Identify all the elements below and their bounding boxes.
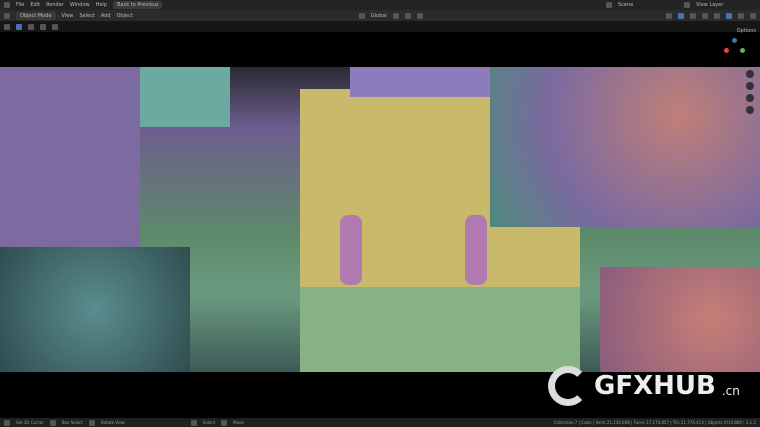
scene-icon: [606, 2, 612, 8]
zoom-icon[interactable]: [746, 70, 754, 78]
pan-icon[interactable]: [746, 82, 754, 90]
perspective-toggle-icon[interactable]: [746, 106, 754, 114]
statue-right: [465, 215, 487, 285]
shading-material-icon[interactable]: [738, 12, 744, 19]
editor-type-icon[interactable]: [4, 12, 10, 19]
view-layer-selector[interactable]: View Layer: [696, 2, 756, 8]
select-mode-extend-icon[interactable]: [28, 23, 34, 30]
navigation-gizmo[interactable]: [724, 38, 746, 60]
top-menu-bar: File Edit Render Window Help Back to Pre…: [0, 0, 760, 10]
pivot-icon[interactable]: [392, 12, 399, 19]
menu-file[interactable]: File: [16, 2, 24, 8]
right-trees: [490, 67, 760, 227]
hint-rotate-view: Rotate View: [100, 420, 125, 425]
transform-orientation-selector[interactable]: Global: [371, 13, 387, 19]
tower: [140, 67, 230, 127]
menu-view[interactable]: View: [62, 13, 74, 19]
blender-logo-icon[interactable]: [4, 2, 10, 8]
scene-statistics: Collection 7 | Cube | Verts 21,230,608 |…: [553, 420, 756, 425]
view-layer-icon: [684, 2, 690, 8]
select-mode-subtract-icon[interactable]: [40, 23, 46, 30]
watermark-suffix: .cn: [721, 384, 740, 398]
shading-rendered-icon[interactable]: [750, 12, 756, 19]
watermark-logo-icon: [548, 366, 588, 406]
camera-view-icon[interactable]: [746, 94, 754, 102]
left-building: [0, 67, 140, 267]
menu-object[interactable]: Object: [117, 13, 133, 19]
visibility-icon[interactable]: [666, 12, 672, 19]
dome: [350, 67, 490, 97]
xray-icon[interactable]: [702, 12, 708, 19]
watermark-text: GFXHUB: [594, 371, 716, 401]
shading-solid-icon[interactable]: [726, 12, 732, 19]
mouse-left-icon: [4, 419, 10, 426]
select-mode-new-icon[interactable]: [16, 23, 22, 30]
mouse-drag-icon: [49, 419, 56, 426]
shading-wireframe-icon[interactable]: [714, 12, 720, 19]
menu-window[interactable]: Window: [70, 2, 90, 8]
watermark: GFXHUB .cn: [548, 364, 748, 408]
menu-add[interactable]: Add: [101, 13, 111, 19]
proportional-edit-icon[interactable]: [416, 12, 423, 19]
mouse-right-icon: [221, 419, 228, 426]
foreground-foliage: [0, 247, 190, 372]
mode-selector[interactable]: Object Mode: [16, 11, 56, 20]
menu-edit[interactable]: Edit: [30, 2, 40, 8]
gizmo-toggle-icon[interactable]: [678, 12, 684, 19]
hint-box-select: Box Select: [61, 420, 83, 425]
tool-settings-bar: Options: [0, 21, 760, 34]
select-mode-intersect-icon[interactable]: [52, 23, 58, 30]
status-bar: Set 3D Cursor Box Select Rotate View Sel…: [0, 418, 760, 427]
stairs: [300, 287, 580, 372]
scene-selector[interactable]: Scene: [618, 2, 678, 8]
menu-help[interactable]: Help: [96, 2, 107, 8]
snap-icon[interactable]: [404, 12, 411, 19]
options-dropdown[interactable]: Options: [737, 28, 756, 34]
hint-move: Move: [233, 420, 244, 425]
back-to-previous-button[interactable]: Back to Previous: [113, 1, 163, 9]
overlay-icon[interactable]: [690, 12, 696, 19]
mouse-left-icon: [190, 419, 197, 426]
mouse-middle-icon: [88, 419, 95, 426]
statue-left: [340, 215, 362, 285]
transform-orientation-icon: [358, 12, 365, 19]
viewport-render[interactable]: [0, 67, 760, 372]
tool-icon[interactable]: [4, 23, 10, 30]
menu-render[interactable]: Render: [46, 2, 64, 8]
hint-set-cursor: Set 3D Cursor: [16, 420, 44, 425]
menu-select[interactable]: Select: [79, 13, 94, 19]
viewport-header: Object Mode View Select Add Object Globa…: [0, 10, 760, 21]
hint-select: Select: [202, 420, 216, 425]
foreground-roots: [600, 267, 760, 372]
